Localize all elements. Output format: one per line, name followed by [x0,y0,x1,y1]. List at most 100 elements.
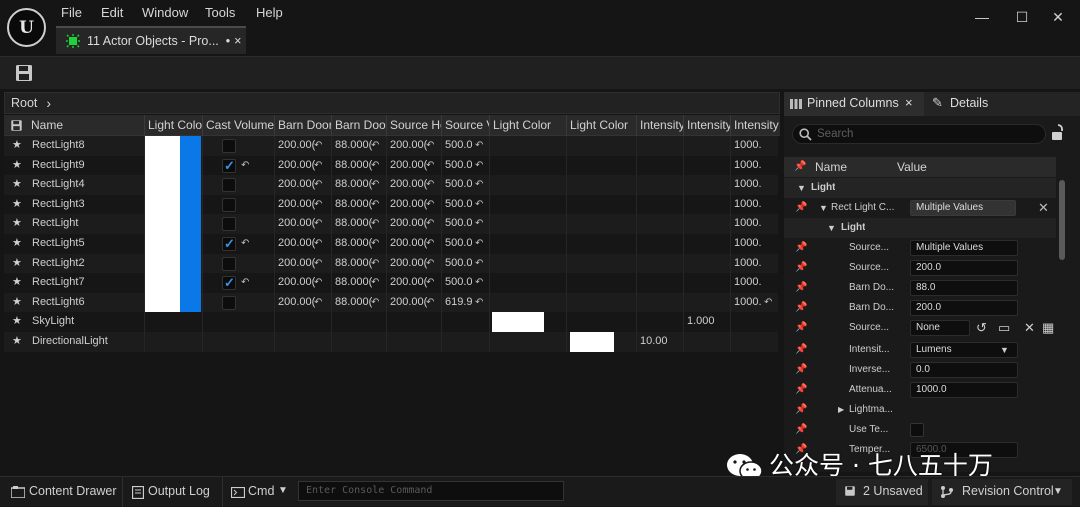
table-row[interactable]: ★ 200.00(↶ 88.000(↶ 200.00(↶ 619.9 ↶ 1000. ↶ Rec… [4,292,778,313]
rect-light-value[interactable]: Multiple Values [910,200,1016,216]
intensity-3-value[interactable]: 1000. [730,214,762,234]
unreal-logo-icon[interactable]: U [7,8,46,47]
lock-icon[interactable] [1050,124,1066,142]
unsaved-button[interactable]: 2 Unsaved [836,479,928,505]
col-intensity-1[interactable]: Intensity [636,115,683,136]
table-row[interactable]: ★ 200.00(↶ 88.000(↶ 200.00(↶ 500.0 ↶ 1000. Rect… [4,194,778,215]
cast-volumetric-checkbox[interactable] [222,275,236,291]
intensity-3-value[interactable]: 1000. [730,175,762,195]
reset-icon[interactable]: ↶ [310,214,322,234]
source-v-value[interactable]: 500.0 [441,214,473,234]
pin-icon[interactable]: 📌 [795,344,807,355]
reset-icon[interactable]: ↶ [367,195,379,215]
light-color-swatch[interactable] [180,155,201,176]
pin-icon[interactable]: 📌 [795,404,807,415]
pin-icon[interactable]: 📌 [795,302,807,313]
output-log-button[interactable]: Output Log [128,477,218,507]
cmd-dropdown[interactable]: Cmd ▼ [228,477,294,507]
reset-icon[interactable]: ↶ [471,195,483,215]
reset-icon[interactable]: ↶ [237,234,249,254]
col-intensity-2[interactable]: Intensity [683,115,730,136]
menu-tools[interactable]: Tools [205,5,235,20]
source-v-value[interactable]: 500.0 [441,254,473,274]
reset-icon[interactable]: ↶ [471,156,483,176]
subsection-light[interactable]: ▼ Light [784,218,1056,238]
reset-icon[interactable]: ↶ [422,234,434,254]
close-window-icon[interactable]: ✕ [1046,6,1070,28]
save-icon[interactable] [14,64,34,82]
reset-icon[interactable]: ↶ [422,273,434,293]
reset-icon[interactable]: ↶ [422,195,434,215]
table-row[interactable]: ★↶200.00(↶88.000(↶200.00(↶500.0↶1000.Rec… [4,155,778,176]
pin-icon[interactable]: 📌 [795,282,807,293]
revision-control-button[interactable]: Revision Control ▼ [932,479,1072,505]
reset-icon[interactable]: ↶ [471,175,483,195]
light-color-swatch[interactable] [145,214,180,234]
reset-icon[interactable]: ↶ [471,293,483,313]
reset-icon[interactable]: ↶ [422,156,434,176]
source-v-value[interactable]: 500.0 [441,136,473,156]
light-color-swatch[interactable] [180,175,201,195]
reset-icon[interactable]: ↶ [367,293,379,313]
col-name[interactable]: Name [28,115,144,136]
reset-icon[interactable]: ↶ [367,175,379,195]
expand-arrow-icon[interactable]: ▶ [838,400,844,420]
reset-icon[interactable]: ↶ [310,195,322,215]
col-source-v[interactable]: Source V [441,115,489,136]
maximize-icon[interactable]: ☐ [1010,6,1034,28]
light-color-swatch[interactable] [145,136,180,156]
col-intensity-3[interactable]: Intensity [730,115,780,136]
expand-arrow-icon[interactable]: ▼ [819,198,828,218]
table-row[interactable]: ★↶200.00(↶88.000(↶200.00(↶500.0↶1000.Rec… [4,273,778,293]
reset-icon[interactable]: ↶ [310,293,322,313]
reset-icon[interactable]: ↶ [237,273,249,293]
breadcrumb-root[interactable]: Root [11,96,37,110]
reset-icon[interactable]: ↶ [367,156,379,176]
use-selected-icon[interactable]: ↺ [976,318,987,338]
reset-icon[interactable]: ↶ [422,136,434,156]
menu-file[interactable]: File [61,5,82,20]
reset-icon[interactable]: ↶ [237,156,249,176]
reset-icon[interactable]: ↶ [310,234,322,254]
light-color-swatch[interactable] [145,234,180,254]
col-light-color-1[interactable]: Light Colo [144,115,202,136]
light-color-swatch[interactable] [145,273,180,293]
property-value[interactable]: None [910,320,970,336]
pin-icon[interactable]: 📌 [795,322,807,333]
col-source-height[interactable]: Source He [386,115,441,136]
reset-icon[interactable]: ↶ [367,136,379,156]
cast-volumetric-checkbox[interactable] [222,236,236,252]
use-temperature-checkbox[interactable] [910,423,924,437]
reset-icon[interactable]: ↶ [422,293,434,313]
source-v-value[interactable]: 500.0 [441,175,473,195]
reset-icon[interactable]: ↶ [310,175,322,195]
chevron-right-icon[interactable]: › [46,95,51,111]
section-light[interactable]: ▼ Light [784,178,1056,198]
reset-icon[interactable]: ↶ [471,273,483,293]
property-value[interactable]: Multiple Values [910,240,1018,256]
picker-icon[interactable]: ▦ [1042,318,1054,338]
menu-help[interactable]: Help [256,5,283,20]
reset-icon[interactable]: ↶ [367,254,379,274]
reset-icon[interactable]: ↶ [471,234,483,254]
col-cast-volumetric[interactable]: Cast Volumet [202,115,274,136]
col-barn-door-1[interactable]: Barn Door [274,115,331,136]
menu-window[interactable]: Window [142,5,188,20]
table-row[interactable]: ★ 200.00(↶ 88.000(↶ 200.00(↶ 500.0 ↶ 1000. Rect… [4,253,778,274]
property-value[interactable]: 1000.0 [910,382,1018,398]
light-color-swatch[interactable] [145,175,180,195]
light-color-3-swatch[interactable] [570,332,614,352]
light-color-swatch[interactable] [180,234,201,254]
cast-volumetric-checkbox[interactable] [222,217,236,232]
pin-icon[interactable]: 📌 [795,242,807,253]
source-v-value[interactable]: 619.9 [441,293,473,313]
col-light-color-3[interactable]: Light Color [566,115,636,136]
browse-icon[interactable]: ▭ [998,318,1010,338]
reset-icon[interactable]: ↶ [760,293,772,313]
reset-icon[interactable]: ↶ [310,156,322,176]
source-v-value[interactable]: 500.0 [441,234,473,254]
source-v-value[interactable]: 500.0 [441,195,473,215]
source-v-value[interactable]: 500.0 [441,156,473,176]
pin-icon[interactable]: 📌 [795,364,807,375]
reset-icon[interactable]: ↶ [422,214,434,234]
